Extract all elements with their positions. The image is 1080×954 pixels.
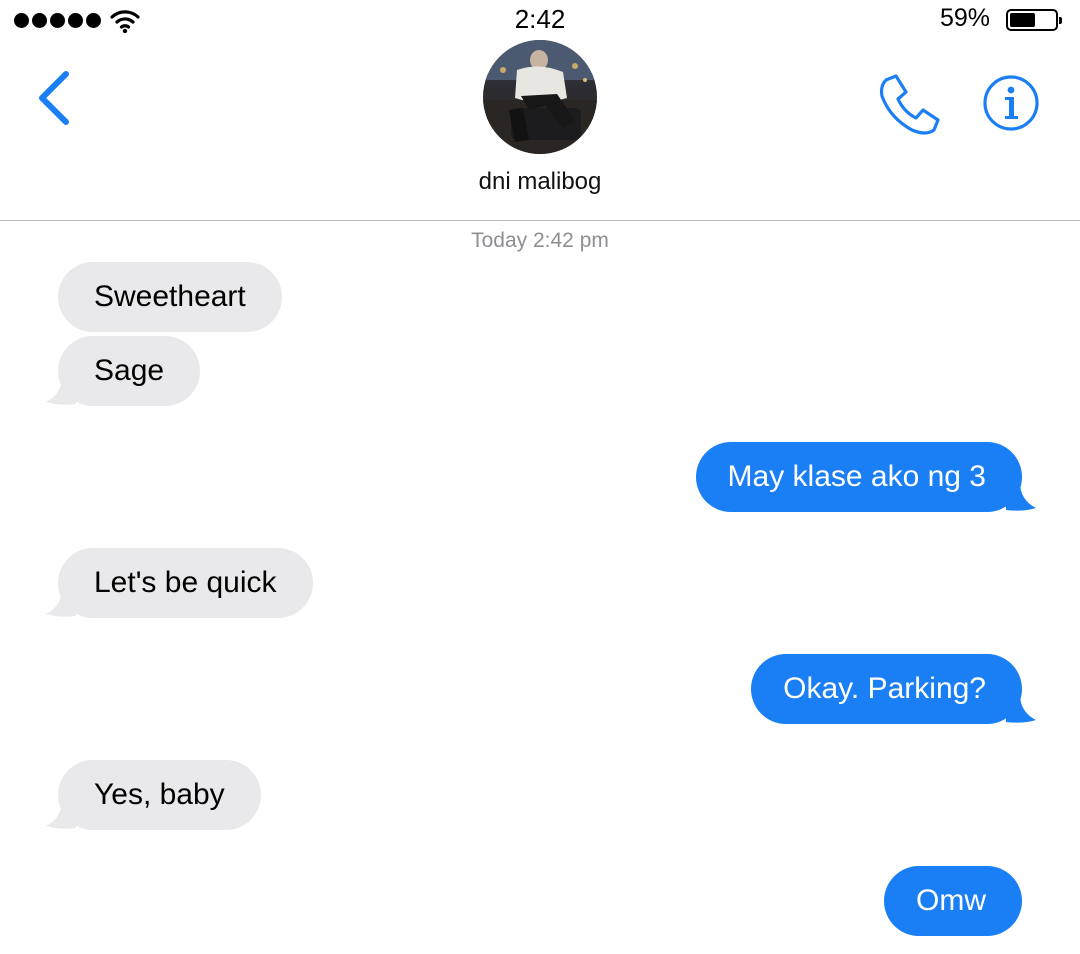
avatar-photo <box>483 40 597 154</box>
message-text: Sweetheart <box>94 280 246 313</box>
contact-avatar[interactable] <box>483 40 597 154</box>
status-time: 2:42 <box>514 4 566 34</box>
phone-icon[interactable] <box>876 72 942 138</box>
message-text: May klase ako ng 3 <box>727 460 986 493</box>
battery-percentage: 59% <box>939 4 990 32</box>
status-bar: 2:42 59% <box>0 0 1080 40</box>
incoming-message-bubble[interactable]: Sage <box>46 336 201 406</box>
bubble-tail <box>46 800 76 829</box>
outgoing-message-bubble[interactable]: Okay. Parking? <box>751 654 1036 724</box>
incoming-message-bubble[interactable]: Yes, baby <box>46 760 261 830</box>
message-text: Omw <box>916 884 986 917</box>
outgoing-message-bubble[interactable]: Omw <box>884 866 1022 936</box>
bubble-tail <box>46 376 76 405</box>
message-text: Sage <box>94 354 165 387</box>
outgoing-message-bubble[interactable]: May klase ako ng 3 <box>695 442 1036 512</box>
incoming-message-bubble[interactable]: Let's be quick <box>46 548 313 618</box>
message-text: Yes, baby <box>94 778 225 811</box>
bubble-tail <box>1006 694 1036 723</box>
battery-icon <box>1006 9 1062 31</box>
back-chevron-icon[interactable] <box>32 68 76 128</box>
conversation-header: dni malibog <box>0 40 1080 221</box>
message-text: Let's be quick <box>94 566 277 599</box>
incoming-message-bubble[interactable]: Sweetheart <box>58 262 282 332</box>
bubble-tail <box>1006 482 1036 511</box>
bubble-tail <box>46 588 76 617</box>
message-text: Okay. Parking? <box>783 672 986 705</box>
info-icon[interactable] <box>982 74 1040 132</box>
contact-name[interactable]: dni malibog <box>0 168 1080 196</box>
message-timestamp: Today 2:42 pm <box>471 229 609 252</box>
